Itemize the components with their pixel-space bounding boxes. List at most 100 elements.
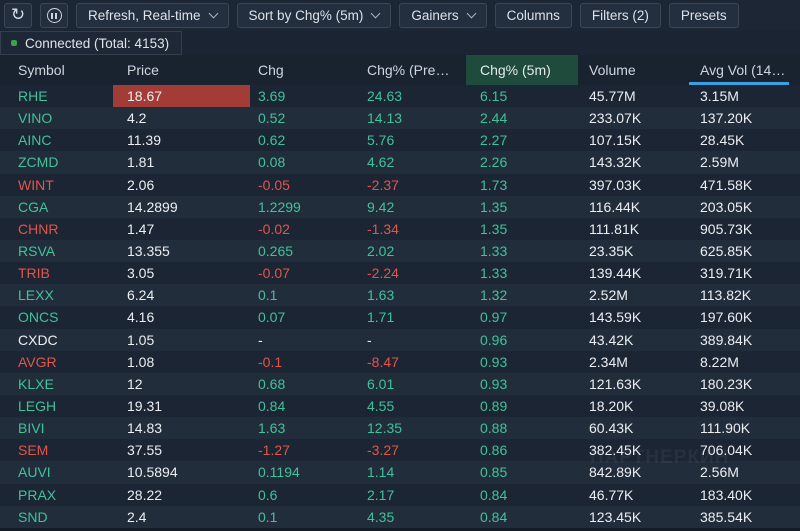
column-header-volume[interactable]: Volume bbox=[578, 55, 689, 85]
cell-price: 13.355 bbox=[113, 240, 250, 262]
cell-chg_5m: 1.73 bbox=[466, 174, 578, 196]
cell-symbol: ONCS bbox=[0, 306, 113, 328]
cell-avg_vol: 2.59M bbox=[689, 151, 800, 173]
cell-price: 4.16 bbox=[113, 306, 250, 328]
status-bar: Connected (Total: 4153) bbox=[0, 31, 800, 55]
cell-price: 4.2 bbox=[113, 107, 250, 129]
cell-avg_vol: 2.56M bbox=[689, 461, 800, 483]
table-row[interactable]: BIVI14.831.6312.350.8860.43K111.90K bbox=[0, 417, 800, 439]
cell-symbol: RHE bbox=[0, 85, 113, 107]
table-row[interactable]: SND2.40.14.350.84123.45K385.54K bbox=[0, 506, 800, 528]
table-row[interactable]: AUVI10.58940.11941.140.85842.89K2.56M bbox=[0, 461, 800, 483]
table-row[interactable]: SEM37.55-1.27-3.270.86382.45K706.04K bbox=[0, 439, 800, 461]
table-row[interactable]: ZCMD1.810.084.622.26143.32K2.59M bbox=[0, 151, 800, 173]
cell-volume: 382.45K bbox=[578, 439, 689, 461]
table-row[interactable]: RHE18.673.6924.636.1545.77M3.15M bbox=[0, 85, 800, 107]
columns-button[interactable]: Columns bbox=[495, 3, 572, 28]
status-text: Connected (Total: 4153) bbox=[25, 36, 169, 51]
table-row[interactable]: WINT2.06-0.05-2.371.73397.03K471.58K bbox=[0, 174, 800, 196]
cell-chg_pre: 24.63 bbox=[360, 85, 466, 107]
column-header-chg_pre[interactable]: Chg% (Pre… bbox=[360, 55, 466, 85]
table-row[interactable]: CHNR1.47-0.02-1.341.35111.81K905.73K bbox=[0, 218, 800, 240]
gainers-dropdown[interactable]: Gainers bbox=[399, 3, 486, 28]
cell-price: 10.5894 bbox=[113, 461, 250, 483]
table-row[interactable]: LEGH19.310.844.550.8918.20K39.08K bbox=[0, 395, 800, 417]
presets-button[interactable]: Presets bbox=[669, 3, 739, 28]
cell-symbol: KLXE bbox=[0, 373, 113, 395]
cell-avg_vol: 111.90K bbox=[689, 417, 800, 439]
column-header-chg[interactable]: Chg bbox=[250, 55, 360, 85]
cell-chg_5m: 0.85 bbox=[466, 461, 578, 483]
table-row[interactable]: KLXE120.686.010.93121.63K180.23K bbox=[0, 373, 800, 395]
column-header-price[interactable]: Price bbox=[113, 55, 250, 85]
cell-chg_pre: 2.02 bbox=[360, 240, 466, 262]
refresh-icon: ↻ bbox=[11, 6, 25, 23]
cell-avg_vol: 39.08K bbox=[689, 395, 800, 417]
table-row[interactable]: CGA14.28991.22999.421.35116.44K203.05K bbox=[0, 196, 800, 218]
cell-price: 1.47 bbox=[113, 218, 250, 240]
column-header-label: Chg% (Pre… bbox=[367, 62, 449, 78]
sort-by-dropdown[interactable]: Sort by Chg% (5m) bbox=[237, 3, 392, 28]
cell-avg_vol: 625.85K bbox=[689, 240, 800, 262]
cell-symbol: BIVI bbox=[0, 417, 113, 439]
table-row[interactable]: LEXX6.240.11.631.322.52M113.82K bbox=[0, 284, 800, 306]
cell-chg_pre: 4.62 bbox=[360, 151, 466, 173]
cell-chg: 0.6 bbox=[250, 484, 360, 506]
cell-chg_pre: 12.35 bbox=[360, 417, 466, 439]
filters-label: Filters (2) bbox=[592, 8, 649, 23]
cell-symbol: LEXX bbox=[0, 284, 113, 306]
cell-chg_pre: 14.13 bbox=[360, 107, 466, 129]
chevron-down-icon bbox=[371, 9, 381, 19]
cell-chg: 1.63 bbox=[250, 417, 360, 439]
cell-chg_5m: 0.97 bbox=[466, 306, 578, 328]
table-row[interactable]: AINC11.390.625.762.27107.15K28.45K bbox=[0, 129, 800, 151]
column-header-chg_5m[interactable]: Chg% (5m) bbox=[466, 55, 578, 85]
cell-chg_5m: 2.27 bbox=[466, 129, 578, 151]
table-row[interactable]: RSVA13.3550.2652.021.3323.35K625.85K bbox=[0, 240, 800, 262]
column-header-avg_vol[interactable]: Avg Vol (14… bbox=[689, 55, 800, 85]
cell-chg: 0.08 bbox=[250, 151, 360, 173]
table-row[interactable]: ONCS4.160.071.710.97143.59K197.60K bbox=[0, 306, 800, 328]
bottom-filler bbox=[0, 528, 800, 531]
cell-price: 37.55 bbox=[113, 439, 250, 461]
cell-price: 12 bbox=[113, 373, 250, 395]
pause-button[interactable] bbox=[40, 3, 68, 28]
cell-chg_pre: 1.71 bbox=[360, 306, 466, 328]
filters-button[interactable]: Filters (2) bbox=[580, 3, 661, 28]
cell-price: 1.08 bbox=[113, 351, 250, 373]
refresh-mode-dropdown[interactable]: Refresh, Real-time bbox=[76, 3, 229, 28]
refresh-button[interactable]: ↻ bbox=[4, 3, 32, 28]
table-row[interactable]: VINO4.20.5214.132.44233.07K137.20K bbox=[0, 107, 800, 129]
cell-volume: 143.32K bbox=[578, 151, 689, 173]
cell-chg: -0.02 bbox=[250, 218, 360, 240]
cell-chg_5m: 1.33 bbox=[466, 262, 578, 284]
cell-symbol: VINO bbox=[0, 107, 113, 129]
cell-volume: 43.42K bbox=[578, 329, 689, 351]
cell-volume: 139.44K bbox=[578, 262, 689, 284]
cell-volume: 2.34M bbox=[578, 351, 689, 373]
column-header-label: Symbol bbox=[18, 62, 65, 78]
table-row[interactable]: PRAX28.220.62.170.8446.77K183.40K bbox=[0, 484, 800, 506]
table-row[interactable]: TRIB3.05-0.07-2.241.33139.44K319.71K bbox=[0, 262, 800, 284]
cell-avg_vol: 203.05K bbox=[689, 196, 800, 218]
cell-avg_vol: 389.84K bbox=[689, 329, 800, 351]
cell-chg_pre: 4.35 bbox=[360, 506, 466, 528]
cell-chg_5m: 0.84 bbox=[466, 484, 578, 506]
cell-chg_pre: -1.34 bbox=[360, 218, 466, 240]
column-header-label: Volume bbox=[589, 62, 636, 78]
chevron-down-icon bbox=[208, 9, 218, 19]
cell-avg_vol: 183.40K bbox=[689, 484, 800, 506]
table-row[interactable]: AVGR1.08-0.1-8.470.932.34M8.22M bbox=[0, 351, 800, 373]
chevron-down-icon bbox=[466, 9, 476, 19]
column-header-symbol[interactable]: Symbol bbox=[0, 55, 113, 85]
cell-avg_vol: 180.23K bbox=[689, 373, 800, 395]
cell-volume: 143.59K bbox=[578, 306, 689, 328]
cell-chg: -1.27 bbox=[250, 439, 360, 461]
cell-avg_vol: 706.04K bbox=[689, 439, 800, 461]
cell-symbol: WINT bbox=[0, 174, 113, 196]
table-row[interactable]: CXDC1.05--0.9643.42K389.84K bbox=[0, 329, 800, 351]
cell-volume: 45.77M bbox=[578, 85, 689, 107]
cell-chg_5m: 1.35 bbox=[466, 196, 578, 218]
cell-volume: 111.81K bbox=[578, 218, 689, 240]
cell-chg_5m: 1.35 bbox=[466, 218, 578, 240]
